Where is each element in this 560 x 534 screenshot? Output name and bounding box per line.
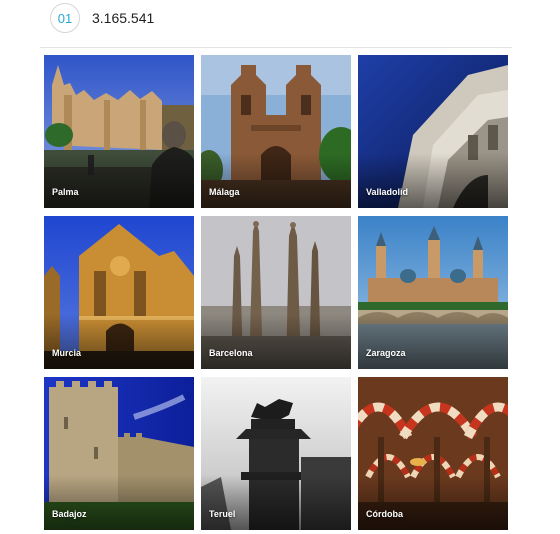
city-label: Zaragoza: [366, 348, 406, 358]
city-tile-malaga[interactable]: Málaga: [201, 55, 351, 208]
city-tile-zaragoza[interactable]: Zaragoza: [358, 216, 508, 369]
city-label: Barcelona: [209, 348, 253, 358]
city-label: Córdoba: [366, 509, 403, 519]
caption-gradient: [44, 314, 194, 369]
city-label: Málaga: [209, 187, 240, 197]
city-label: Murcia: [52, 348, 82, 358]
city-label: Valladolid: [366, 187, 409, 197]
city-label: Badajoz: [52, 509, 87, 519]
rank-badge: 01: [50, 3, 80, 33]
city-tile-teruel[interactable]: Teruel: [201, 377, 351, 530]
caption-gradient: [201, 153, 351, 208]
divider: [40, 47, 512, 48]
city-label: Palma: [52, 187, 79, 197]
city-tile-murcia[interactable]: Murcia: [44, 216, 194, 369]
city-tile-badajoz[interactable]: Badajoz: [44, 377, 194, 530]
caption-gradient: [358, 475, 508, 530]
city-grid: Palma Málaga Valladolid Murcia Barcelona…: [44, 55, 508, 530]
header: 01 3.165.541: [50, 3, 154, 33]
city-label: Teruel: [209, 509, 236, 519]
caption-gradient: [201, 475, 351, 530]
caption-gradient: [44, 153, 194, 208]
caption-gradient: [44, 475, 194, 530]
city-tile-palma[interactable]: Palma: [44, 55, 194, 208]
caption-gradient: [358, 314, 508, 369]
visitor-count: 3.165.541: [92, 10, 155, 26]
city-tile-valladolid[interactable]: Valladolid: [358, 55, 508, 208]
city-tile-cordoba[interactable]: Córdoba: [358, 377, 508, 530]
city-tile-barcelona[interactable]: Barcelona: [201, 216, 351, 369]
caption-gradient: [358, 153, 508, 208]
caption-gradient: [201, 314, 351, 369]
